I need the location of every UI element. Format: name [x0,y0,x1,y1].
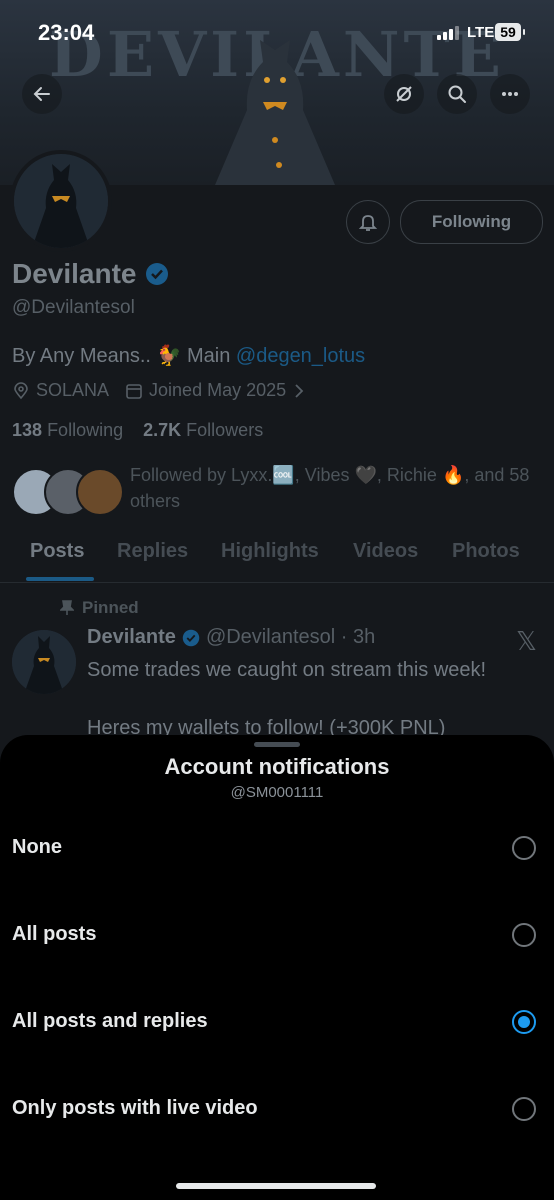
sheet-grabber[interactable] [254,742,300,747]
active-tab-indicator [26,577,94,581]
profile-name-text: Devilante [12,258,137,289]
more-horizontal-icon [502,92,518,96]
pinned-label: Pinned [60,598,139,618]
followed-by-text: Followed by Lyxx.🆒, Vibes 🖤, Richie 🔥, a… [130,465,530,511]
tweet-body[interactable]: Some trades we caught on stream this wee… [87,656,537,743]
following-stat[interactable]: 138 Following [12,420,123,440]
home-indicator[interactable] [176,1183,376,1189]
followers-label: Followers [186,420,264,440]
tab-posts[interactable]: Posts [30,540,84,563]
pinned-text: Pinned [82,598,139,617]
radio-all-posts[interactable] [512,923,536,947]
sheet-title: Account notifications [164,754,390,779]
followers-count: 2.7K [143,420,182,440]
tweet-avatar[interactable] [12,630,76,694]
search-button[interactable] [437,74,477,114]
follower-avatar [76,468,124,516]
search-icon [448,85,466,103]
radio-all-posts-and-replies[interactable] [512,1010,536,1034]
grok-button[interactable] [384,74,424,114]
option-live-video[interactable]: Only posts with live video [0,1081,554,1141]
network-label: LTE [467,24,495,41]
account-notifications-sheet: Account notifications @SM0001111 None Al… [0,735,554,1200]
avatar-cat-image [14,154,108,248]
option-all-posts-and-replies[interactable]: All posts and replies [0,994,554,1054]
profile-tabs: Posts Replies Highlights Videos Photos [0,530,554,583]
arrow-left-icon [33,87,50,101]
profile-handle: @Devilantesol [12,297,135,318]
following-label: Following [47,420,124,440]
back-button[interactable] [22,74,62,114]
calendar-icon [126,383,142,399]
battery-icon: 59 [495,23,525,41]
tweet-handle-time: @Devilantesol · 3h [205,626,376,648]
tweet-author[interactable]: Devilante [87,626,176,649]
more-button[interactable] [490,74,530,114]
signal-icon [437,24,459,40]
profile-name: Devilante [12,258,169,290]
avatar[interactable] [10,150,112,252]
tab-highlights[interactable]: Highlights [221,540,319,563]
radio-live-video[interactable] [512,1097,536,1121]
profile-meta: SOLANA Joined May 2025 [12,380,306,401]
grok-icon [396,86,412,102]
tweet-avatar-image [12,630,76,694]
bio-link[interactable]: @degen_lotus [236,345,365,367]
status-bar: 23:04 LTE 59 [0,0,554,60]
bio-text: By Any Means.. 🐓 Main [12,345,236,367]
verified-badge-icon [145,263,168,285]
option-label: All posts [12,923,97,945]
sheet-subtitle: @SM0001111 [230,784,324,801]
pin-icon [60,600,74,615]
option-none[interactable]: None [0,820,554,880]
option-label: None [12,836,62,858]
option-label: All posts and replies [12,1010,208,1032]
joined-text: Joined May 2025 [149,380,287,400]
tweet-header: Devilante @Devilantesol · 3h [87,626,375,649]
tab-replies[interactable]: Replies [117,540,188,563]
option-all-posts[interactable]: All posts [0,907,554,967]
notifications-button[interactable] [346,200,390,244]
bell-plus-icon [358,215,378,231]
tweet-line-1: Some trades we caught on stream this wee… [87,659,487,681]
followed-by[interactable]: Followed by Lyxx.🆒, Vibes 🖤, Richie 🔥, a… [12,462,542,516]
following-button[interactable]: Following [400,200,543,244]
location-icon [14,381,28,399]
following-count: 138 [12,420,43,440]
tab-photos[interactable]: Photos [452,540,520,563]
profile-stats: 138 Following 2.7K Followers [12,420,263,441]
location-text: SOLANA [36,380,110,400]
status-time: 23:04 [38,20,95,45]
x-logo-icon: 𝕏 [516,626,537,656]
cat-illustration [215,40,335,185]
option-label: Only posts with live video [12,1097,258,1119]
radio-none[interactable] [512,836,536,860]
chevron-right-icon[interactable] [292,382,306,400]
profile-bio: By Any Means.. 🐓 Main @degen_lotus [12,343,365,368]
tab-videos[interactable]: Videos [353,540,418,563]
verified-badge-icon [182,629,200,646]
followers-stat[interactable]: 2.7K Followers [143,420,263,440]
